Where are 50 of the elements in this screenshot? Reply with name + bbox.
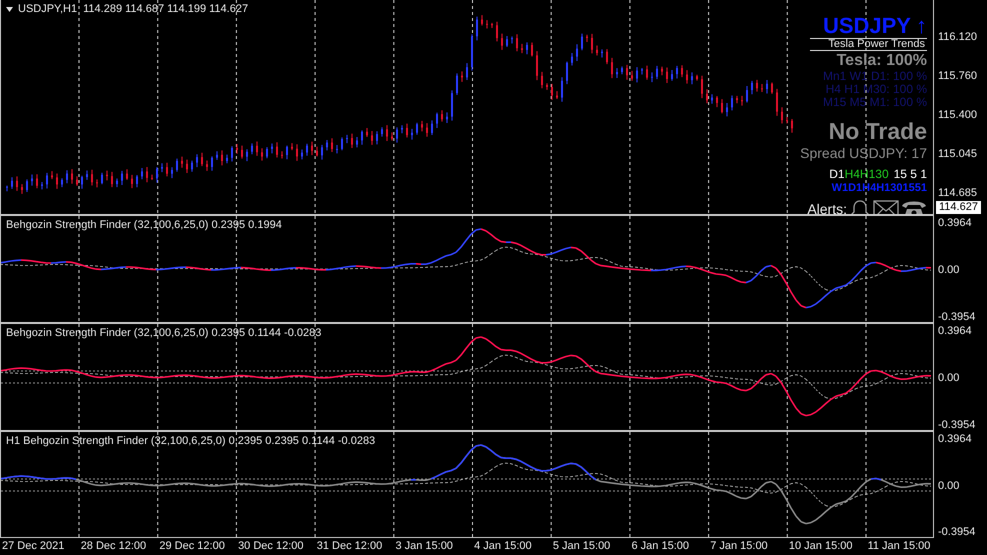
timeframe-code: H4H130 — [844, 167, 889, 181]
indicator-label: Behgozin Strength Finder (32,100,6,25,0) 0.2395 0.1994 — [6, 219, 282, 231]
indicator-tick: 0.3964 — [938, 217, 973, 229]
trend-arrow: ↑ — [916, 14, 927, 38]
timeframe-strength: M15 M5 M1: 100 % — [822, 96, 927, 109]
signal-text: No Trade — [828, 117, 927, 145]
time-tick: 7 Jan 15:00 — [710, 539, 769, 554]
indicator-label: H1 Behgozin Strength Finder (32,100,6,25,0) 0.2395 0.2395 0.1144 -0.0283 — [6, 435, 376, 447]
envelope-icon[interactable] — [873, 200, 899, 214]
time-tick: 30 Dec 12:00 — [238, 539, 304, 554]
time-tick: 5 Jan 15:00 — [552, 539, 612, 554]
indicator-tick: -0.3954 — [938, 526, 976, 538]
timeframe-strength: Mn1 W1 D1: 100 % — [822, 70, 927, 83]
spread-text: Spread USDJPY: 17 — [800, 145, 927, 161]
subtitle: Tesla Power Trends — [810, 38, 927, 51]
indicator-tick: -0.3954 — [938, 311, 976, 323]
timeframe-strength: H4 H1 M30: 100 % — [826, 83, 927, 96]
indicator-tick: 0.3964 — [938, 325, 973, 337]
time-tick: 6 Jan 15:00 — [632, 539, 690, 554]
price-tick: 115.760 — [938, 70, 978, 83]
indicator-tick: 0.00 — [938, 480, 960, 492]
time-tick: 27 Dec 2021 — [2, 539, 66, 554]
price-tick: 114.685 — [938, 187, 978, 200]
dropdown-icon[interactable] — [6, 6, 13, 12]
indicator-label: Behgozin Strength Finder (32,100,6,25,0) 0.2395 0.1144 -0.0283 — [6, 327, 322, 339]
time-tick: 3 Jan 15:00 — [395, 539, 454, 554]
time-tick: 31 Dec 12:00 — [316, 539, 384, 554]
symbol-title: USDJPY — [822, 14, 911, 38]
alerts-label: Alerts: — [807, 201, 847, 214]
time-tick: 4 Jan 15:00 — [474, 539, 533, 554]
current-price-label: 114.627 — [936, 201, 981, 214]
phone-icon[interactable] — [901, 199, 927, 214]
indicator-tick: 0.3964 — [938, 433, 973, 445]
indicator-tick: 0.00 — [938, 372, 960, 384]
timeframe-codes: W1D1H4H1301551 — [832, 181, 927, 195]
time-tick: 29 Dec 12:00 — [159, 539, 226, 554]
time-tick: 28 Dec 12:00 — [80, 539, 148, 554]
price-tick: 115.400 — [938, 109, 978, 122]
bell-icon[interactable] — [849, 199, 871, 214]
time-tick: 11 Jan 15:00 — [868, 539, 932, 554]
price-tick: 116.120 — [938, 31, 978, 44]
indicator-tick: -0.3954 — [938, 419, 976, 431]
symbol-label: USDJPY,H1 — [18, 3, 78, 15]
timeframe-code: 15 5 1 — [894, 167, 927, 181]
indicator-tick: 0.00 — [938, 264, 960, 276]
price-tick: 115.045 — [938, 148, 978, 161]
timeframe-code: D1 — [829, 167, 845, 181]
ohlc-values: 114.289 114.687 114.199 114.627 — [83, 3, 248, 15]
time-tick: 10 Jan 15:00 — [788, 539, 854, 554]
tesla-strength: Tesla: 100% — [836, 51, 927, 70]
